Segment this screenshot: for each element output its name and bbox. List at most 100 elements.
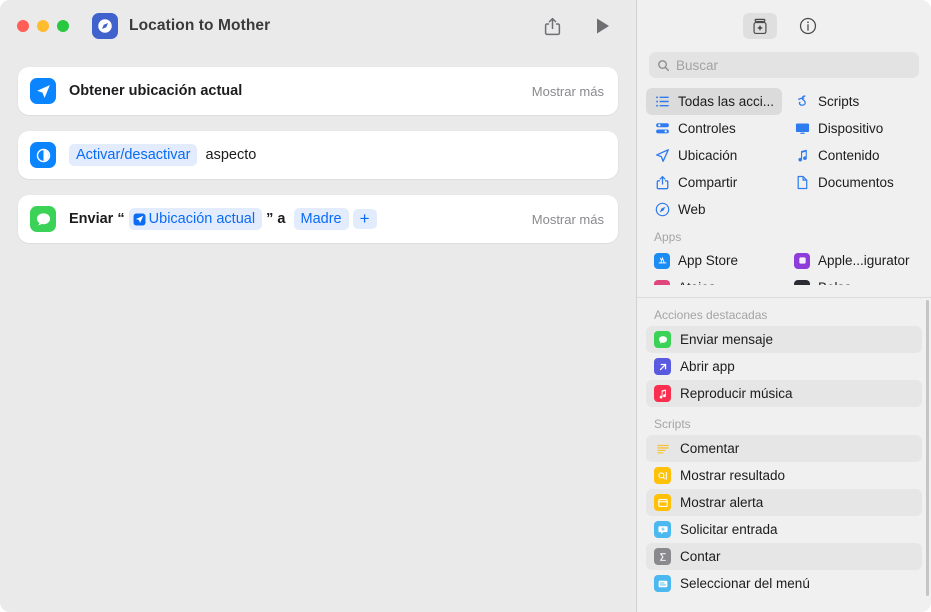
action-card-body: Activar/desactivar aspecto bbox=[69, 144, 604, 166]
category-controles[interactable]: Controles bbox=[646, 115, 782, 142]
category-ubicacion[interactable]: Ubicación bbox=[646, 142, 782, 169]
apple-configurator-icon bbox=[794, 252, 810, 269]
page-title: Location to Mother bbox=[129, 17, 271, 34]
show-result-icon bbox=[654, 467, 671, 484]
action-card[interactable]: Obtener ubicación actual Mostrar más bbox=[18, 67, 618, 115]
category-compartir[interactable]: Compartir bbox=[646, 169, 782, 196]
app-item-app-store[interactable]: App Store bbox=[646, 247, 782, 274]
library-toolbar bbox=[637, 0, 931, 52]
show-more-link[interactable]: Mostrar más bbox=[518, 84, 604, 99]
library-scrollbar[interactable] bbox=[925, 300, 929, 596]
app-label: Apple...igurator bbox=[818, 253, 910, 268]
arrow-up-right-icon bbox=[654, 358, 671, 375]
action-label: Obtener ubicación actual bbox=[69, 83, 243, 99]
app-item-atajos[interactable]: Atajos bbox=[646, 274, 782, 285]
category-web[interactable]: Web bbox=[646, 196, 782, 223]
comment-lines-icon bbox=[654, 440, 671, 457]
action-card[interactable]: Activar/desactivar aspecto bbox=[18, 131, 618, 179]
search-box[interactable] bbox=[649, 52, 919, 78]
recipient-token[interactable]: Madre bbox=[293, 208, 349, 230]
stocks-app-icon bbox=[794, 279, 810, 285]
action-item-reproducir-musica[interactable]: Reproducir música bbox=[646, 380, 922, 407]
zoom-button[interactable] bbox=[57, 20, 69, 32]
list-bullet-icon bbox=[654, 94, 670, 110]
action-item-label: Mostrar alerta bbox=[680, 495, 764, 510]
input-bubble-icon bbox=[654, 521, 671, 538]
action-item-mostrar-alerta[interactable]: Mostrar alerta bbox=[646, 489, 922, 516]
category-label: Compartir bbox=[678, 175, 738, 190]
alert-window-icon bbox=[654, 494, 671, 511]
action-item-label: Mostrar resultado bbox=[680, 468, 786, 483]
shortcuts-app-icon bbox=[654, 279, 670, 285]
action-item-solicitar-entrada[interactable]: Solicitar entrada bbox=[646, 516, 922, 543]
app-item-bolsa[interactable]: Bolsa bbox=[786, 274, 922, 285]
category-label: Web bbox=[678, 202, 706, 217]
action-library-icon[interactable] bbox=[743, 13, 777, 39]
location-arrow-icon bbox=[654, 148, 670, 164]
category-documentos[interactable]: Documentos bbox=[786, 169, 922, 196]
music-note-icon bbox=[654, 385, 671, 402]
action-item-contar[interactable]: Contar bbox=[646, 543, 922, 570]
action-card-body: Obtener ubicación actual bbox=[69, 81, 518, 101]
category-scripts[interactable]: Scripts bbox=[786, 88, 922, 115]
featured-section-label: Acciones destacadas bbox=[654, 308, 768, 322]
category-label: Contenido bbox=[818, 148, 880, 163]
menu-select-icon bbox=[654, 575, 671, 592]
category-label: Controles bbox=[678, 121, 736, 136]
quote-open-mark: “ bbox=[117, 211, 125, 227]
app-label: Atajos bbox=[678, 280, 716, 285]
app-label: Bolsa bbox=[818, 280, 852, 285]
search-icon bbox=[657, 59, 670, 72]
variable-token[interactable]: Ubicación actual bbox=[128, 208, 263, 230]
share-button[interactable] bbox=[537, 11, 567, 41]
action-item-seleccionar-del-menu[interactable]: Seleccionar del menú bbox=[646, 570, 922, 597]
quote-close-mark: ” bbox=[266, 211, 274, 227]
app-item-apple-configurator[interactable]: Apple...igurator bbox=[786, 247, 922, 274]
action-item-label: Abrir app bbox=[680, 359, 735, 374]
scripts-section-label: Scripts bbox=[654, 417, 691, 431]
action-item-label: Seleccionar del menú bbox=[680, 576, 810, 591]
sigma-icon bbox=[654, 548, 671, 565]
info-icon[interactable] bbox=[791, 13, 825, 39]
categories-scroll-region[interactable]: Todas las acci... Scripts Controles Disp… bbox=[637, 88, 931, 285]
category-label: Todas las acci... bbox=[678, 94, 775, 109]
action-item-label: Comentar bbox=[680, 441, 740, 456]
close-button[interactable] bbox=[17, 20, 29, 32]
title-bar: Location to Mother bbox=[0, 0, 636, 52]
category-dispositivo[interactable]: Dispositivo bbox=[786, 115, 922, 142]
category-contenido[interactable]: Contenido bbox=[786, 142, 922, 169]
run-button[interactable] bbox=[588, 11, 618, 41]
action-item-comentar[interactable]: Comentar bbox=[646, 435, 922, 462]
toggle-parameter-pill[interactable]: Activar/desactivar bbox=[69, 144, 198, 166]
action-card[interactable]: Enviar “ Ubicación actual ” a Madre + Mo… bbox=[18, 195, 618, 243]
action-library-sidebar: Todas las acci... Scripts bbox=[636, 0, 931, 612]
category-label: Dispositivo bbox=[818, 121, 884, 136]
location-arrow-icon bbox=[30, 78, 56, 104]
category-label: Ubicación bbox=[678, 148, 738, 163]
location-arrow-icon bbox=[133, 213, 146, 226]
shortcut-editor-pane: Location to Mother Obtener ubicación act… bbox=[0, 0, 636, 612]
action-item-abrir-app[interactable]: Abrir app bbox=[646, 353, 922, 380]
search-input[interactable] bbox=[676, 57, 911, 73]
app-store-icon bbox=[654, 252, 670, 269]
traffic-lights bbox=[17, 20, 69, 32]
action-item-label: Contar bbox=[680, 549, 721, 564]
messages-icon bbox=[654, 331, 671, 348]
compass-icon bbox=[654, 202, 670, 218]
show-more-link[interactable]: Mostrar más bbox=[518, 212, 604, 227]
messages-icon bbox=[30, 206, 56, 232]
category-todas-las-acciones[interactable]: Todas las acci... bbox=[646, 88, 782, 115]
display-icon bbox=[794, 121, 810, 137]
action-item-mostrar-resultado[interactable]: Mostrar resultado bbox=[646, 462, 922, 489]
search-container bbox=[637, 52, 931, 88]
script-icon bbox=[794, 94, 810, 110]
action-item-label: Solicitar entrada bbox=[680, 522, 778, 537]
action-target-label: aspecto bbox=[205, 147, 257, 163]
action-card-body: Enviar “ Ubicación actual ” a Madre + bbox=[69, 208, 518, 230]
add-recipient-button[interactable]: + bbox=[352, 209, 377, 229]
category-label: Scripts bbox=[818, 94, 860, 109]
minimize-button[interactable] bbox=[37, 20, 49, 32]
appearance-toggle-icon bbox=[30, 142, 56, 168]
action-item-enviar-mensaje[interactable]: Enviar mensaje bbox=[646, 326, 922, 353]
